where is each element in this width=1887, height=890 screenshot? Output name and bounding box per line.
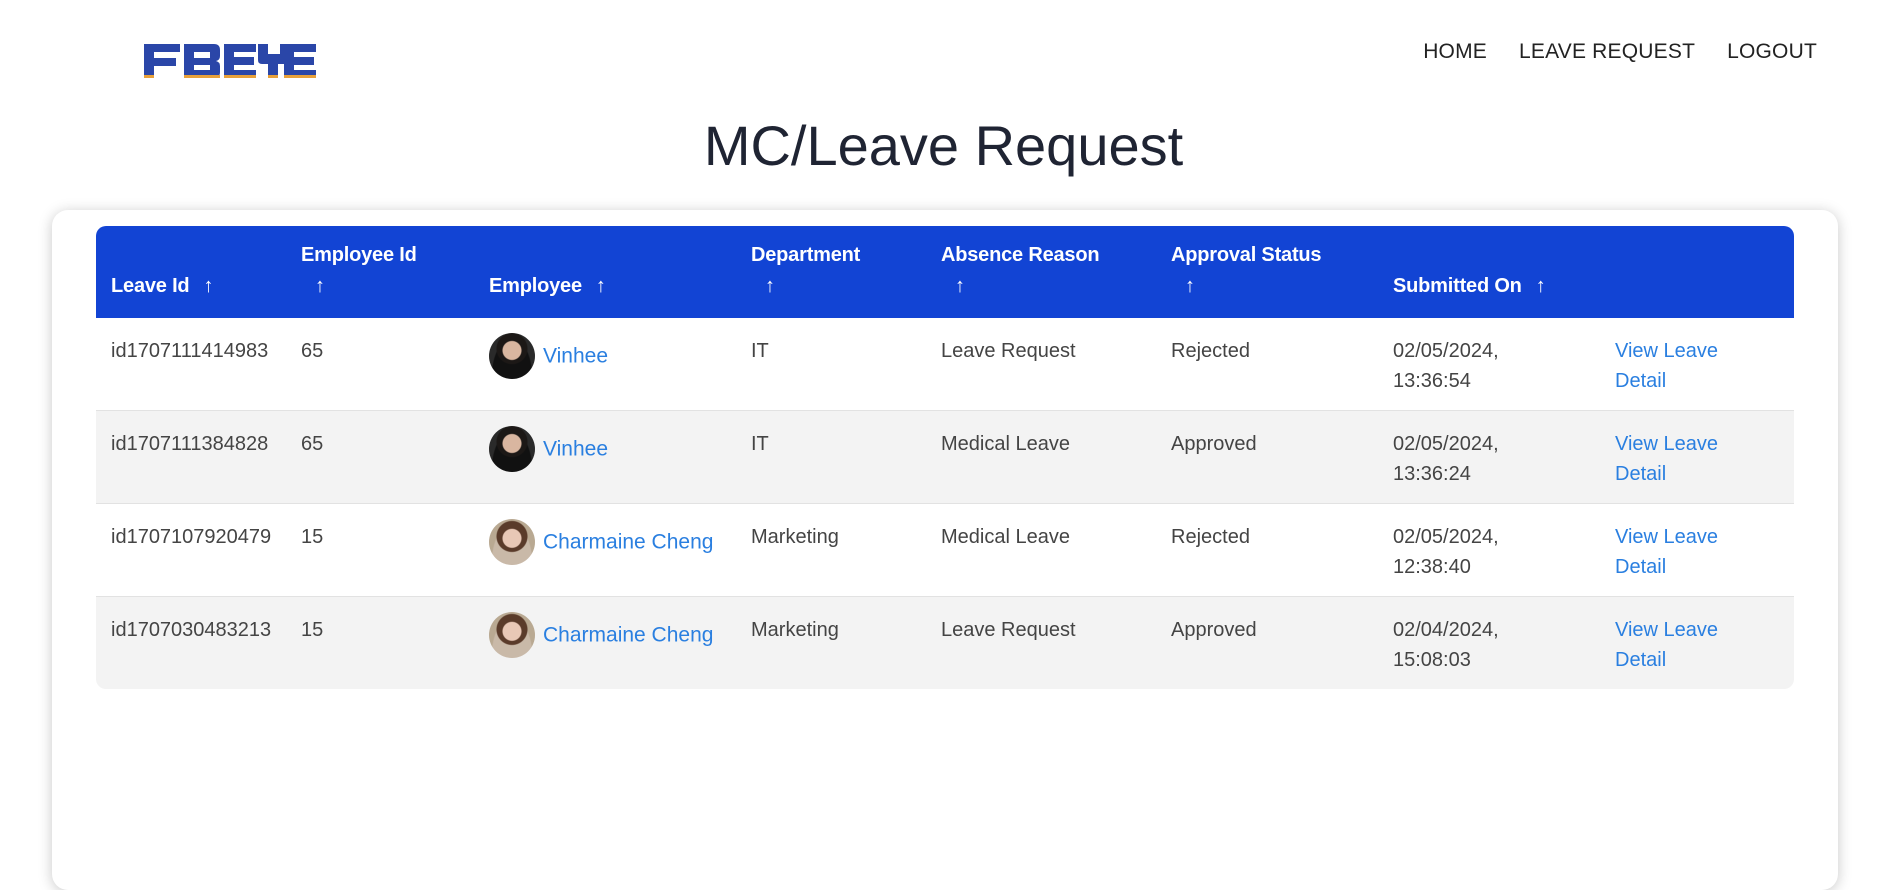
cell-submitted-on: 02/05/2024, 12:38:40 <box>1378 504 1600 597</box>
cell-department: Marketing <box>751 526 839 548</box>
table-body: id1707111414983 65 Vinhee IT Leave Reque… <box>96 318 1794 689</box>
cell-action: View Leave Detail <box>1600 411 1794 504</box>
view-leave-detail-label-line1[interactable]: View Leave <box>1615 433 1718 455</box>
header-approval-status-label: Approval Status <box>1171 244 1322 266</box>
cell-absence-reason: Medical Leave <box>941 526 1070 548</box>
header-department[interactable]: Department ↑ <box>736 226 926 318</box>
submitted-date: 02/04/2024, <box>1393 619 1499 641</box>
header-employee-label: Employee <box>489 275 582 297</box>
view-leave-detail-link[interactable]: View Leave Detail <box>1615 526 1718 578</box>
cell-employee: Vinhee <box>474 318 736 411</box>
header-leave-id-label: Leave Id <box>111 275 190 297</box>
view-leave-detail-label-line2[interactable]: Detail <box>1615 463 1666 485</box>
sort-arrow-icon[interactable]: ↑ <box>1536 271 1546 302</box>
fbeye-logo[interactable] <box>140 38 320 86</box>
sort-arrow-icon[interactable]: ↑ <box>955 271 965 302</box>
nav-leave-request-link[interactable]: LEAVE REQUEST <box>1519 40 1695 64</box>
table-row: id1707030483213 15 Charmaine Cheng Marke… <box>96 596 1794 690</box>
cell-leave-id: id1707111414983 <box>111 340 269 362</box>
header-actions <box>1600 226 1794 318</box>
cell-employee: Charmaine Cheng <box>474 597 736 690</box>
employee-name-link[interactable]: Charmaine Cheng <box>543 531 713 554</box>
submitted-date: 02/05/2024, <box>1393 433 1499 455</box>
sort-arrow-icon[interactable]: ↑ <box>315 271 325 302</box>
sort-arrow-icon[interactable]: ↑ <box>1185 271 1195 302</box>
cell-employee-id: 15 <box>301 526 324 548</box>
cell-approval-status: Rejected <box>1171 526 1250 548</box>
view-leave-detail-label-line2[interactable]: Detail <box>1615 556 1666 578</box>
cell-employee-id: 15 <box>301 619 324 641</box>
cell-absence-reason: Leave Request <box>941 340 1076 362</box>
employee-avatar[interactable] <box>489 612 535 658</box>
sort-arrow-icon[interactable]: ↑ <box>203 271 213 302</box>
header-approval-status[interactable]: Approval Status ↑ <box>1156 226 1378 318</box>
table-header: Leave Id ↑ Employee Id ↑ Employee ↑ Departm… <box>96 226 1794 318</box>
cell-approval-status: Approved <box>1171 619 1257 641</box>
submitted-date: 02/05/2024, <box>1393 340 1499 362</box>
view-leave-detail-link[interactable]: View Leave Detail <box>1615 340 1718 392</box>
employee-avatar[interactable] <box>489 519 535 565</box>
cell-approval-status: Rejected <box>1171 340 1250 362</box>
sort-arrow-icon[interactable]: ↑ <box>765 271 775 302</box>
nav-links: HOME LEAVE REQUEST LOGOUT <box>1423 40 1817 64</box>
submitted-time: 13:36:24 <box>1393 463 1471 485</box>
nav-home-link[interactable]: HOME <box>1423 40 1487 64</box>
cell-submitted-on: 02/05/2024, 13:36:24 <box>1378 411 1600 504</box>
leave-requests-table-wrapper: Leave Id ↑ Employee Id ↑ Employee ↑ Departm… <box>96 226 1794 689</box>
leave-requests-table: Leave Id ↑ Employee Id ↑ Employee ↑ Departm… <box>96 226 1794 689</box>
employee-name-link[interactable]: Vinhee <box>543 345 608 368</box>
header-absence-reason[interactable]: Absence Reason ↑ <box>926 226 1156 318</box>
submitted-time: 15:08:03 <box>1393 649 1471 671</box>
submitted-time: 12:38:40 <box>1393 556 1471 578</box>
employee-name-link[interactable]: Charmaine Cheng <box>543 624 713 647</box>
cell-action: View Leave Detail <box>1600 318 1794 411</box>
header-employee-id[interactable]: Employee Id ↑ <box>286 226 474 318</box>
view-leave-detail-link[interactable]: View Leave Detail <box>1615 619 1718 671</box>
cell-department: IT <box>751 340 769 362</box>
cell-employee-id: 65 <box>301 433 324 455</box>
nav-logout-link[interactable]: LOGOUT <box>1727 40 1817 64</box>
table-row: id1707111384828 65 Vinhee IT Medical Lea… <box>96 410 1794 504</box>
employee-name-link[interactable]: Vinhee <box>543 438 608 461</box>
cell-employee-id: 65 <box>301 340 324 362</box>
view-leave-detail-label-line2[interactable]: Detail <box>1615 649 1666 671</box>
cell-action: View Leave Detail <box>1600 597 1794 690</box>
header-submitted-on-label: Submitted On <box>1393 275 1522 297</box>
header-employee-id-label: Employee Id <box>301 244 417 266</box>
table-header-row: Leave Id ↑ Employee Id ↑ Employee ↑ Departm… <box>96 226 1794 318</box>
cell-employee: Charmaine Cheng <box>474 504 736 597</box>
header-department-label: Department <box>751 244 861 266</box>
header-submitted-on[interactable]: Submitted On ↑ <box>1378 226 1600 318</box>
cell-submitted-on: 02/04/2024, 15:08:03 <box>1378 597 1600 690</box>
view-leave-detail-label-line1[interactable]: View Leave <box>1615 340 1718 362</box>
table-row: id1707111414983 65 Vinhee IT Leave Reque… <box>96 318 1794 411</box>
cell-employee: Vinhee <box>474 411 736 504</box>
sort-arrow-icon[interactable]: ↑ <box>596 271 606 302</box>
cell-leave-id: id1707030483213 <box>111 619 272 641</box>
view-leave-detail-link[interactable]: View Leave Detail <box>1615 433 1718 485</box>
view-leave-detail-label-line2[interactable]: Detail <box>1615 370 1666 392</box>
cell-absence-reason: Leave Request <box>941 619 1076 641</box>
header-leave-id[interactable]: Leave Id ↑ <box>96 226 286 318</box>
leave-requests-card: Leave Id ↑ Employee Id ↑ Employee ↑ Departm… <box>52 210 1838 890</box>
cell-approval-status: Approved <box>1171 433 1257 455</box>
view-leave-detail-label-line1[interactable]: View Leave <box>1615 526 1718 548</box>
cell-department: Marketing <box>751 619 839 641</box>
employee-avatar[interactable] <box>489 426 535 472</box>
cell-absence-reason: Medical Leave <box>941 433 1070 455</box>
cell-department: IT <box>751 433 769 455</box>
header-absence-reason-label: Absence Reason <box>941 244 1100 266</box>
header-employee[interactable]: Employee ↑ <box>474 226 736 318</box>
employee-avatar[interactable] <box>489 333 535 379</box>
cell-leave-id: id1707107920479 <box>111 526 272 548</box>
submitted-time: 13:36:54 <box>1393 370 1471 392</box>
top-navbar: HOME LEAVE REQUEST LOGOUT <box>0 0 1887 110</box>
table-row: id1707107920479 15 Charmaine Cheng Marke… <box>96 503 1794 597</box>
cell-action: View Leave Detail <box>1600 504 1794 597</box>
page-title: MC/Leave Request <box>703 114 1184 177</box>
submitted-date: 02/05/2024, <box>1393 526 1499 548</box>
view-leave-detail-label-line1[interactable]: View Leave <box>1615 619 1718 641</box>
cell-leave-id: id1707111384828 <box>111 433 269 455</box>
cell-submitted-on: 02/05/2024, 13:36:54 <box>1378 318 1600 411</box>
